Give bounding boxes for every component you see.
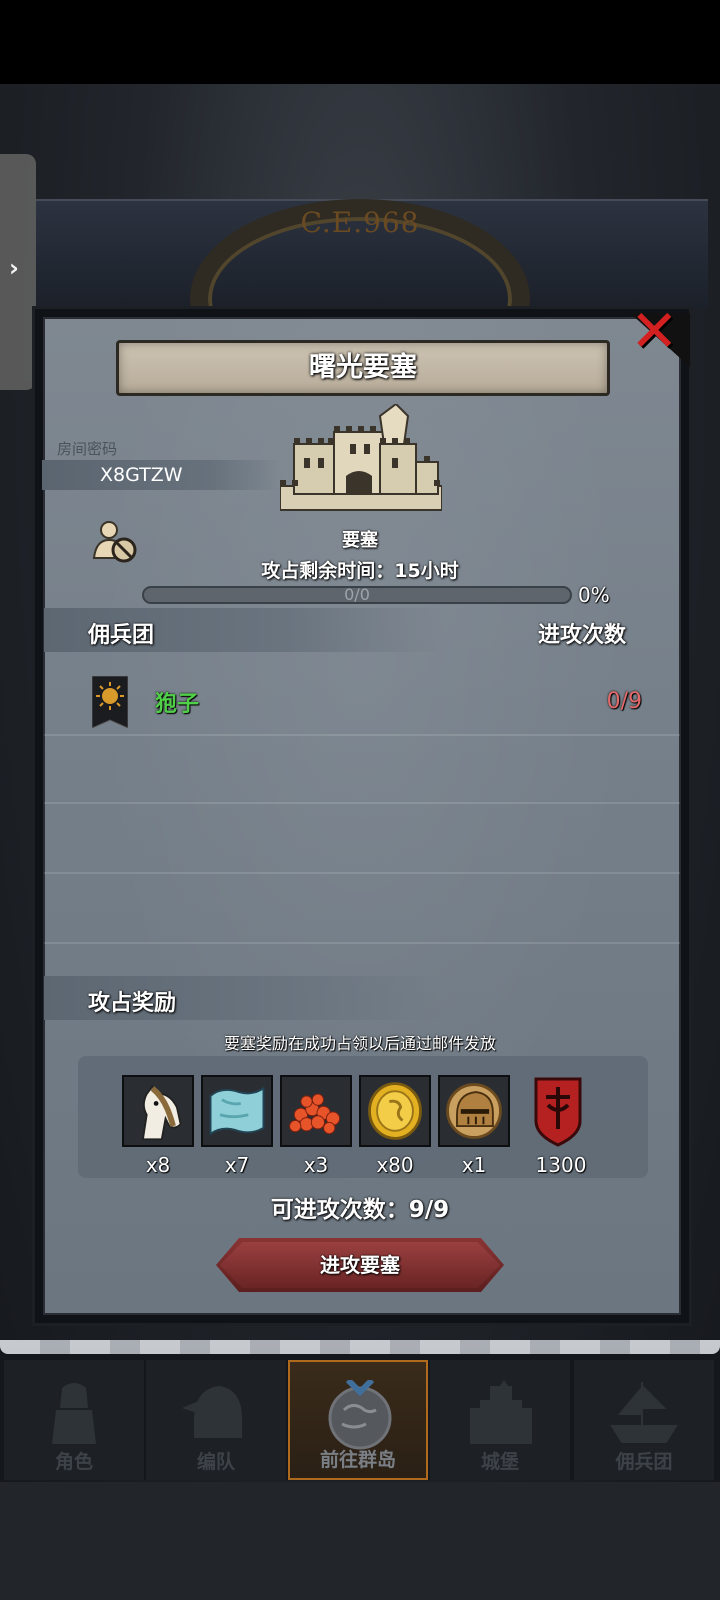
reward-note: 要塞奖励在成功占领以后通过邮件发放 (223, 1034, 496, 1053)
reward-item-berries[interactable] (280, 1075, 352, 1147)
room-code[interactable]: X8GTZW (100, 464, 183, 486)
nav-item-formation[interactable]: 编队 (146, 1360, 286, 1480)
chevron-right-icon: › (9, 254, 19, 282)
sun-banner-icon (92, 676, 128, 728)
red-crest-icon (534, 1077, 582, 1147)
reward-item-helmet[interactable] (438, 1075, 510, 1147)
row-divider (44, 734, 680, 736)
reward-qty: x8 (145, 1153, 171, 1177)
close-icon[interactable]: ✕ (630, 302, 679, 360)
reward-qty: x7 (224, 1153, 250, 1177)
nav-label: 编队 (196, 1451, 235, 1473)
row-divider (44, 942, 680, 944)
nav-label: 角色 (54, 1451, 93, 1473)
knight-helmet-icon (440, 1077, 508, 1145)
reward-item-gold[interactable] (359, 1075, 431, 1147)
row-divider (44, 802, 680, 804)
dialog-title: 曙光要塞 (309, 352, 417, 383)
attack-count-header: 进攻次数 (538, 623, 627, 648)
reward-qty: x1 (461, 1153, 487, 1177)
bottom-safe-area (0, 1482, 720, 1600)
year-label: C.E.968 (300, 206, 420, 239)
attack-button-label: 进攻要塞 (320, 1253, 400, 1277)
nav-item-mercenary[interactable]: 佣兵团 (574, 1360, 714, 1480)
nav-label: 佣兵团 (615, 1451, 673, 1473)
attacks-available: 可进攻次数：9/9 (270, 1197, 450, 1223)
cloth-icon (203, 1077, 271, 1145)
status-bar (0, 0, 720, 84)
side-drawer-tab[interactable]: › (0, 154, 36, 390)
row-divider (44, 872, 680, 874)
berries-icon (282, 1077, 350, 1145)
globe-icon (328, 1380, 392, 1450)
fortress-type: 要塞 (342, 530, 378, 551)
horse-icon (124, 1077, 192, 1145)
progress-text: 0/0 (344, 585, 370, 604)
helmet-formation-icon (182, 1386, 242, 1438)
knight-icon (52, 1383, 96, 1444)
dialog-title-banner: 曙光要塞 (116, 340, 610, 396)
reward-item-cloth[interactable] (201, 1075, 273, 1147)
nav-label: 城堡 (480, 1451, 519, 1473)
progress-percent: 0% (578, 583, 610, 607)
reward-qty: 1300 (535, 1153, 587, 1177)
castle-icon (470, 1380, 532, 1444)
reward-item-horse[interactable] (122, 1075, 194, 1147)
nav-item-islands[interactable]: 前往群岛 (288, 1360, 428, 1480)
nav-item-character[interactable]: 角色 (4, 1360, 144, 1480)
reward-qty: x80 (376, 1153, 414, 1177)
fortress-castle-icon (280, 404, 442, 511)
ship-icon (610, 1382, 678, 1443)
reward-header: 攻占奖励 (88, 991, 177, 1016)
gold-coin-icon (361, 1077, 429, 1145)
reward-qty: x3 (303, 1153, 329, 1177)
room-password-label: 房间密码 (57, 440, 118, 458)
mercenary-attack-count: 0/9 (606, 689, 642, 714)
reward-item-crest[interactable] (522, 1075, 594, 1147)
nav-item-castle[interactable]: 城堡 (430, 1360, 570, 1480)
nav-snow-trim (0, 1340, 720, 1354)
nav-label: 前往群岛 (319, 1449, 396, 1471)
mercenary-header: 佣兵团 (88, 623, 155, 648)
user-blocked-icon[interactable] (92, 520, 138, 564)
attack-fortress-button[interactable]: 进攻要塞 (216, 1238, 504, 1292)
time-remaining: 攻占剩余时间：15小时 (261, 560, 459, 582)
mercenary-name: 狍子 (155, 692, 200, 717)
